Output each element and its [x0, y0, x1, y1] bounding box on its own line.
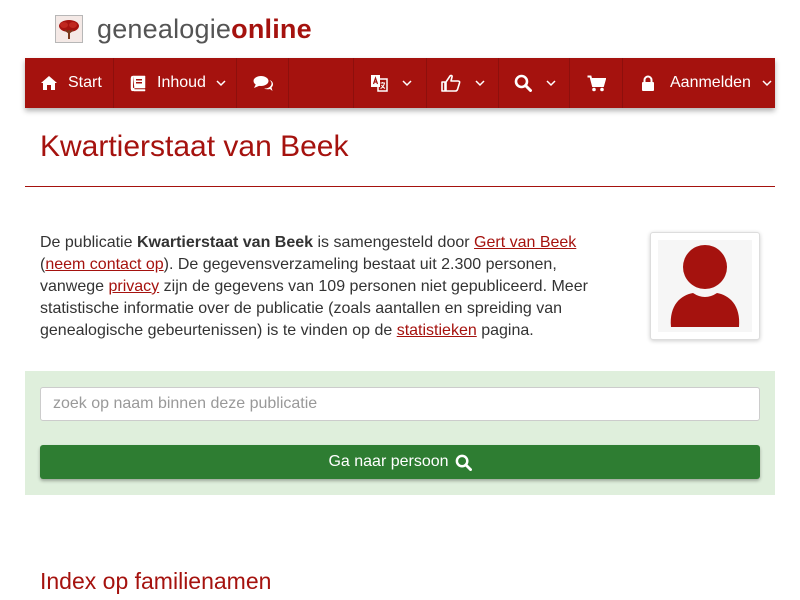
brand-name-part2: online — [231, 13, 312, 44]
brand-name: genealogieonline — [97, 13, 312, 44]
nav-like[interactable] — [427, 58, 499, 108]
chevron-down-icon — [762, 79, 772, 87]
shopping-cart-icon — [587, 75, 606, 92]
nav-login-label: Aanmelden — [670, 74, 751, 91]
author-avatar[interactable] — [650, 232, 760, 340]
intro-text: pagina. — [476, 322, 534, 339]
lock-icon — [641, 75, 655, 92]
book-icon — [130, 75, 147, 92]
intro-text: De publicatie — [40, 234, 137, 251]
home-icon — [40, 75, 58, 91]
main-navbar: Start Inhoud Aanmelden — [25, 58, 775, 108]
person-search-panel: Ga naar persoon — [25, 371, 775, 495]
search-icon — [455, 454, 472, 471]
person-search-input[interactable] — [40, 387, 760, 421]
chevron-down-icon — [402, 79, 412, 87]
search-icon — [514, 74, 532, 92]
chevron-down-icon — [546, 79, 556, 87]
surname-index-heading: Index op familienamen — [40, 568, 272, 594]
go-to-person-label: Ga naar persoon — [328, 453, 449, 470]
nav-search[interactable] — [499, 58, 570, 108]
page-title: Kwartierstaat van Beek — [40, 130, 349, 163]
go-to-person-button[interactable]: Ga naar persoon — [40, 445, 760, 479]
nav-inhoud[interactable]: Inhoud — [114, 58, 237, 108]
comments-icon — [253, 75, 273, 92]
nav-inhoud-label: Inhoud — [157, 74, 206, 91]
contact-link[interactable]: neem contact op — [45, 256, 163, 273]
nav-spacer — [289, 58, 354, 108]
publication-intro: De publicatie Kwartierstaat van Beek is … — [40, 232, 600, 342]
publication-name: Kwartierstaat van Beek — [136, 234, 314, 251]
nav-start-label: Start — [68, 74, 102, 91]
chevron-down-icon — [475, 79, 485, 87]
statistics-link[interactable]: statistieken — [397, 322, 477, 339]
nav-login[interactable]: Aanmelden — [623, 58, 775, 108]
user-icon — [658, 240, 752, 332]
translate-icon — [370, 74, 388, 92]
site-logo[interactable]: genealogieonline — [55, 12, 312, 46]
chevron-down-icon — [216, 79, 226, 87]
thumbs-up-icon — [441, 74, 461, 92]
title-divider — [25, 186, 775, 187]
privacy-link[interactable]: privacy — [109, 278, 160, 295]
intro-text: is samengesteld door — [313, 234, 475, 251]
nav-comments[interactable] — [237, 58, 289, 108]
nav-cart[interactable] — [570, 58, 623, 108]
brand-name-part1: genealogie — [97, 13, 232, 44]
tree-icon — [55, 15, 83, 43]
nav-start[interactable]: Start — [25, 58, 114, 108]
nav-language[interactable] — [354, 58, 427, 108]
author-link[interactable]: Gert van Beek — [474, 234, 576, 251]
